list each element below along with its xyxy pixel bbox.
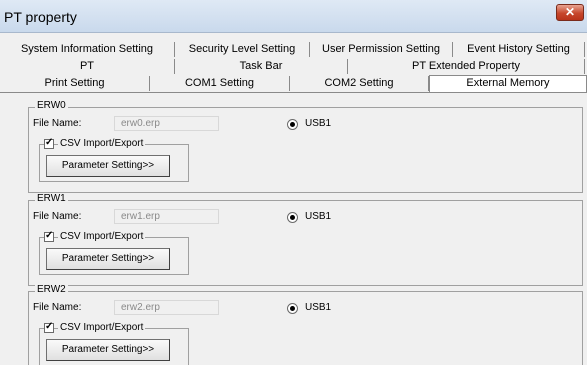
- file-name-field[interactable]: erw1.erp: [114, 209, 219, 224]
- erw1-group: ERW1 File Name: erw1.erp USB1 ✓ CSV Impo…: [28, 193, 583, 286]
- title-bar: PT property ✕: [0, 0, 587, 33]
- erw0-group: ERW0 File Name: erw0.erp USB1 ✓ CSV Impo…: [28, 100, 583, 193]
- usb1-radio[interactable]: [287, 119, 298, 130]
- check-icon: ✓: [45, 230, 54, 241]
- tab-row-2: PT Task Bar PT Extended Property: [0, 59, 587, 74]
- csv-import-export-label: CSV Import/Export: [58, 138, 146, 149]
- file-name-label: File Name:: [33, 118, 82, 129]
- usb1-label: USB1: [305, 118, 332, 129]
- tab-pt[interactable]: PT: [0, 59, 175, 74]
- tab-pt-extended-property[interactable]: PT Extended Property: [348, 59, 585, 74]
- check-icon: ✓: [45, 321, 54, 332]
- file-name-label: File Name:: [33, 302, 82, 313]
- group-title: ERW1: [35, 193, 68, 204]
- tab-external-memory[interactable]: External Memory: [429, 75, 587, 92]
- radio-dot-icon: [290, 122, 295, 127]
- csv-import-export-label: CSV Import/Export: [58, 322, 146, 333]
- csv-import-export-checkbox[interactable]: ✓: [44, 137, 54, 149]
- pt-property-window: PT property ✕ System Information Setting…: [0, 0, 587, 365]
- erw2-group: ERW2 File Name: erw2.erp USB1 ✓ CSV Impo…: [28, 284, 583, 365]
- tab-row-1: System Information Setting Security Leve…: [0, 42, 587, 57]
- csv-import-export-group: ✓ CSV Import/Export Parameter Setting>>: [39, 321, 189, 365]
- group-title: ERW0: [35, 100, 68, 111]
- csv-import-export-checkbox[interactable]: ✓: [44, 230, 54, 242]
- file-name-label: File Name:: [33, 211, 82, 222]
- usb1-label: USB1: [305, 302, 332, 313]
- usb1-label: USB1: [305, 211, 332, 222]
- file-name-field[interactable]: erw0.erp: [114, 116, 219, 131]
- tab-task-bar[interactable]: Task Bar: [175, 59, 348, 74]
- window-title: PT property: [4, 9, 77, 25]
- file-name-field[interactable]: erw2.erp: [114, 300, 219, 315]
- tab-system-information-setting[interactable]: System Information Setting: [0, 42, 175, 57]
- usb1-radio[interactable]: [287, 212, 298, 223]
- close-button[interactable]: ✕: [556, 4, 584, 21]
- radio-dot-icon: [290, 215, 295, 220]
- tab-event-history-setting[interactable]: Event History Setting: [453, 42, 585, 57]
- tab-user-permission-setting[interactable]: User Permission Setting: [310, 42, 453, 57]
- csv-import-export-group: ✓ CSV Import/Export Parameter Setting>>: [39, 137, 189, 182]
- tab-row-3: Print Setting COM1 Setting COM2 Setting …: [0, 75, 587, 92]
- radio-dot-icon: [290, 306, 295, 311]
- csv-import-export-label: CSV Import/Export: [58, 231, 146, 242]
- tab-com2-setting[interactable]: COM2 Setting: [290, 76, 429, 91]
- external-memory-panel: ERW0 File Name: erw0.erp USB1 ✓ CSV Impo…: [0, 92, 587, 365]
- usb1-radio[interactable]: [287, 303, 298, 314]
- csv-import-export-checkbox[interactable]: ✓: [44, 321, 54, 333]
- check-icon: ✓: [45, 137, 54, 148]
- parameter-setting-button[interactable]: Parameter Setting>>: [46, 248, 170, 270]
- csv-import-export-group: ✓ CSV Import/Export Parameter Setting>>: [39, 230, 189, 275]
- tab-print-setting[interactable]: Print Setting: [0, 76, 150, 91]
- tab-security-level-setting[interactable]: Security Level Setting: [175, 42, 310, 57]
- close-icon: ✕: [564, 5, 576, 19]
- parameter-setting-button[interactable]: Parameter Setting>>: [46, 155, 170, 177]
- tab-com1-setting[interactable]: COM1 Setting: [150, 76, 290, 91]
- parameter-setting-button[interactable]: Parameter Setting>>: [46, 339, 170, 361]
- group-title: ERW2: [35, 284, 68, 295]
